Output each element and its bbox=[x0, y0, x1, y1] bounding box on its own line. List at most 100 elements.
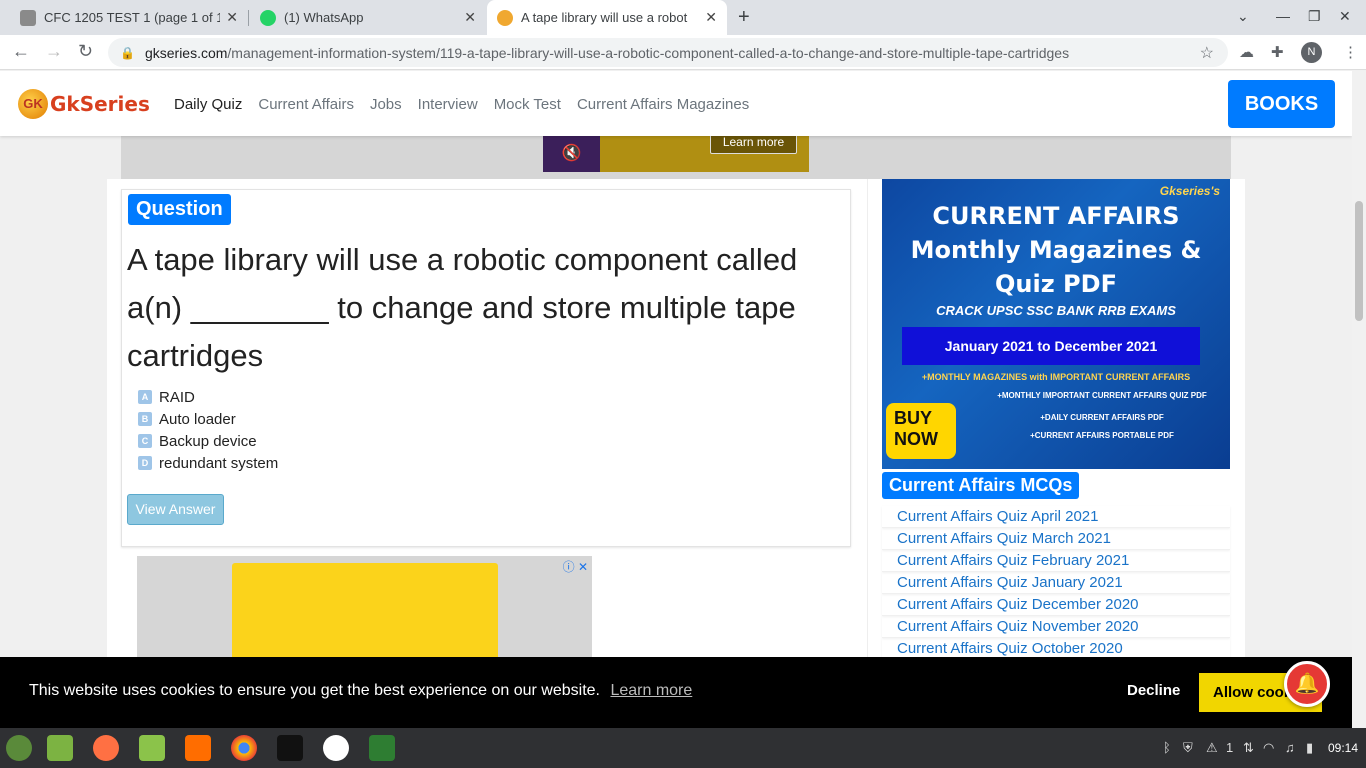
books-button[interactable]: BOOKS bbox=[1228, 80, 1335, 128]
buy-now-button[interactable]: BUY NOW bbox=[886, 403, 956, 459]
os-taskbar: ᛒ ⛨ ⚠ 1 ⇅ ◠ ♫ ▮ 09:14 bbox=[0, 728, 1366, 768]
volume-icon[interactable]: ♫ bbox=[1285, 740, 1295, 755]
show-desktop-icon[interactable] bbox=[47, 735, 73, 761]
mcq-link[interactable]: Current Affairs Quiz December 2020 bbox=[882, 594, 1230, 616]
promo-subtitle: CRACK UPSC SSC BANK RRB EXAMS bbox=[936, 303, 1176, 318]
minimize-icon[interactable]: — bbox=[1276, 8, 1290, 24]
option-letter: D bbox=[138, 456, 152, 470]
main-nav: Daily Quiz Current Affairs Jobs Intervie… bbox=[174, 96, 765, 113]
wifi-icon[interactable]: ◠ bbox=[1263, 740, 1274, 756]
bookmark-star-icon[interactable]: ☆ bbox=[1200, 43, 1214, 63]
media-player-icon[interactable] bbox=[185, 735, 211, 761]
main-content: Question A tape library will use a robot… bbox=[107, 179, 1245, 728]
tab-cfc-test[interactable]: CFC 1205 TEST 1 (page 1 of 15 ✕ bbox=[10, 0, 248, 35]
terminal-icon[interactable] bbox=[277, 735, 303, 761]
promo-heading: CURRENT AFFAIRS Monthly Magazines & Quiz… bbox=[882, 199, 1230, 301]
url-path: /management-information-system/119-a-tap… bbox=[227, 44, 1070, 61]
mcq-link[interactable]: Current Affairs Quiz April 2021 bbox=[882, 506, 1230, 528]
window-close-icon[interactable]: ✕ bbox=[1339, 8, 1351, 25]
video-ad[interactable]: 🔇 Learn more bbox=[543, 132, 809, 172]
maximize-icon[interactable]: ❐ bbox=[1308, 8, 1321, 25]
forward-arrow-icon[interactable]: → bbox=[45, 41, 63, 62]
url-host: gkseries.com bbox=[144, 44, 228, 61]
option-letter: B bbox=[138, 412, 152, 426]
current-affairs-promo-banner[interactable]: Gkseries's CURRENT AFFAIRS Monthly Magaz… bbox=[882, 179, 1230, 469]
option-text: Auto loader bbox=[159, 410, 236, 428]
option-text: Backup device bbox=[159, 432, 257, 450]
profile-avatar[interactable]: N bbox=[1301, 42, 1322, 63]
question-text: A tape library will use a robotic compon… bbox=[127, 242, 798, 373]
puzzle-icon[interactable]: ✚ bbox=[1271, 43, 1284, 61]
files-icon[interactable] bbox=[139, 735, 165, 761]
clock[interactable]: 09:14 bbox=[1328, 741, 1358, 755]
logo-icon: GK bbox=[18, 89, 48, 119]
cookie-learn-more-link[interactable]: Learn more bbox=[610, 682, 692, 699]
option-d[interactable]: D redundant system bbox=[138, 452, 278, 474]
nav-interview[interactable]: Interview bbox=[418, 96, 478, 113]
firefox-icon[interactable] bbox=[93, 735, 119, 761]
mute-icon[interactable]: 🔇 bbox=[543, 136, 600, 172]
promo-title-line: CURRENT AFFAIRS bbox=[932, 202, 1180, 230]
tab-title: CFC 1205 TEST 1 (page 1 of 15 bbox=[44, 10, 221, 25]
option-text: redundant system bbox=[159, 454, 279, 472]
mcq-link[interactable]: Current Affairs Quiz January 2021 bbox=[882, 572, 1230, 594]
site-header: GK GkSeries Daily Quiz Current Affairs J… bbox=[0, 71, 1352, 136]
extension-icon[interactable]: ☁ bbox=[1239, 43, 1254, 61]
inline-ad[interactable]: ⓘ ✕ bbox=[137, 556, 592, 673]
update-count: 1 bbox=[1226, 740, 1234, 755]
network-icon[interactable]: ⇅ bbox=[1243, 740, 1254, 756]
page-viewport: GK GkSeries Daily Quiz Current Affairs J… bbox=[0, 71, 1352, 728]
address-bar[interactable]: 🔒 gkseries.com/management-information-sy… bbox=[108, 38, 1228, 67]
option-letter: C bbox=[138, 434, 152, 448]
nav-current-affairs[interactable]: Current Affairs bbox=[258, 96, 354, 113]
promo-feature: +MONTHLY IMPORTANT CURRENT AFFAIRS QUIZ … bbox=[997, 391, 1207, 400]
battery-icon[interactable]: ▮ bbox=[1306, 740, 1313, 756]
adchoices-close-icon[interactable]: ⓘ ✕ bbox=[563, 558, 588, 575]
chrome-icon[interactable] bbox=[231, 735, 257, 761]
shield-app-icon[interactable] bbox=[369, 735, 395, 761]
nav-jobs[interactable]: Jobs bbox=[370, 96, 402, 113]
browser-tab-strip: CFC 1205 TEST 1 (page 1 of 15 ✕ (1) What… bbox=[0, 0, 1366, 35]
document-icon bbox=[20, 9, 36, 26]
back-arrow-icon[interactable]: ← bbox=[12, 41, 30, 62]
nav-current-affairs-magazines[interactable]: Current Affairs Magazines bbox=[577, 96, 749, 113]
tab-divider bbox=[248, 10, 249, 26]
tab-whatsapp[interactable]: (1) WhatsApp ✕ bbox=[250, 0, 486, 35]
shield-icon[interactable]: ⛨ bbox=[1183, 740, 1193, 756]
mcq-link[interactable]: Current Affairs Quiz March 2021 bbox=[882, 528, 1230, 550]
reload-icon[interactable]: ↻ bbox=[78, 41, 93, 62]
close-icon[interactable]: ✕ bbox=[226, 9, 238, 26]
mcq-link[interactable]: Current Affairs Quiz February 2021 bbox=[882, 550, 1230, 572]
sidebar: Gkseries's CURRENT AFFAIRS Monthly Magaz… bbox=[867, 179, 1237, 728]
mcq-link[interactable]: Current Affairs Quiz November 2020 bbox=[882, 616, 1230, 638]
gkseries-logo[interactable]: GK GkSeries bbox=[18, 89, 150, 119]
scrollbar-thumb[interactable] bbox=[1355, 201, 1363, 321]
question-card: Question A tape library will use a robot… bbox=[121, 189, 851, 547]
tab-title: (1) WhatsApp bbox=[284, 10, 364, 25]
page-scrollbar[interactable] bbox=[1352, 71, 1366, 728]
option-text: RAID bbox=[159, 388, 195, 406]
mint-menu-icon[interactable] bbox=[6, 735, 32, 761]
promo-brand: Gkseries's bbox=[1159, 184, 1220, 198]
close-icon[interactable]: ✕ bbox=[464, 9, 476, 26]
option-a[interactable]: A RAID bbox=[138, 386, 278, 408]
update-icon[interactable]: ⚠ bbox=[1206, 740, 1218, 756]
option-c[interactable]: C Backup device bbox=[138, 430, 278, 452]
tab-search-icon[interactable]: ⌄ bbox=[1237, 8, 1249, 25]
menu-dots-icon[interactable]: ⋮ bbox=[1343, 43, 1358, 61]
nav-daily-quiz[interactable]: Daily Quiz bbox=[174, 96, 242, 113]
cookie-message: This website uses cookies to ensure you … bbox=[29, 682, 600, 699]
promo-feature: +DAILY CURRENT AFFAIRS PDF bbox=[1040, 413, 1164, 422]
notification-bell-icon[interactable]: 🔔 bbox=[1284, 661, 1330, 707]
tab-active-gkseries[interactable]: A tape library will use a robot ✕ bbox=[487, 0, 727, 35]
cookie-decline-button[interactable]: Decline bbox=[1127, 682, 1180, 699]
option-b[interactable]: B Auto loader bbox=[138, 408, 278, 430]
bluetooth-icon[interactable]: ᛒ bbox=[1163, 740, 1171, 755]
app-icon[interactable] bbox=[323, 735, 349, 761]
nav-mock-test[interactable]: Mock Test bbox=[494, 96, 561, 113]
new-tab-icon[interactable]: + bbox=[738, 6, 750, 29]
view-answer-button[interactable]: View Answer bbox=[127, 494, 224, 525]
gkseries-favicon-icon bbox=[497, 9, 513, 26]
top-ad-banner[interactable]: 🔇 Learn more bbox=[121, 132, 1231, 179]
close-icon[interactable]: ✕ bbox=[705, 9, 717, 26]
